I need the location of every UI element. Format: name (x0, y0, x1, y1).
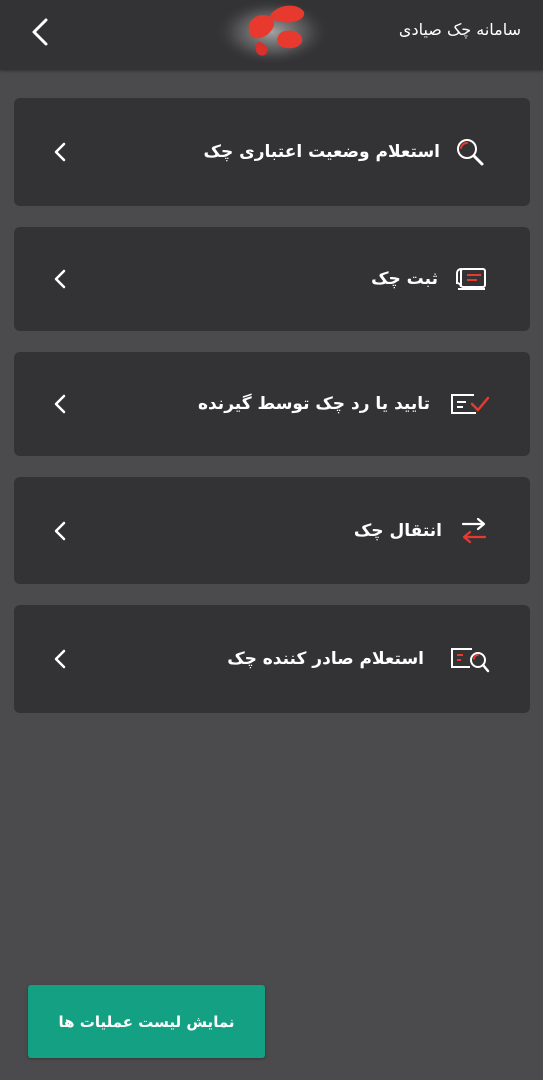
chevron-left-icon (50, 392, 70, 416)
menu-item-label: انتقال چک (353, 520, 442, 541)
show-operations-list-button[interactable]: نمایش لیست عملیات ها (28, 985, 265, 1058)
chevron-left-icon (50, 267, 70, 291)
menu-item-register-check[interactable]: ثبت چک (14, 227, 530, 331)
back-button[interactable] (22, 12, 58, 52)
check-search-icon (450, 642, 490, 676)
menu-item-issuer-inquiry[interactable]: استعلام صادر کننده چک (14, 605, 530, 713)
menu-item-label: استعلام صادر کننده چک (227, 649, 424, 669)
menu-item-label: ثبت چک (371, 269, 438, 289)
menu-item-credit-inquiry[interactable]: استعلام وضعیت اعتباری چک (14, 98, 530, 206)
menu-item-label: تایید یا رد چک توسط گیرنده (197, 394, 430, 414)
search-icon (450, 135, 490, 169)
menu-item-label: استعلام وضعیت اعتباری چک (203, 142, 440, 162)
app-header: سامانه چک صیادی (0, 0, 543, 70)
menu-item-transfer-check[interactable]: انتقال چک (14, 477, 530, 584)
red-leaf-logo (214, 0, 330, 66)
chevron-left-icon (50, 140, 70, 164)
chevron-left-icon (32, 18, 48, 46)
transfer-arrows-icon (454, 514, 494, 548)
chevron-left-icon (50, 519, 70, 543)
check-approve-icon (450, 387, 490, 421)
page-title: سامانه چک صیادی (398, 20, 521, 39)
scroll-check-icon (452, 262, 492, 296)
chevron-left-icon (50, 647, 70, 671)
menu-item-approve-reject[interactable]: تایید یا رد چک توسط گیرنده (14, 352, 530, 456)
